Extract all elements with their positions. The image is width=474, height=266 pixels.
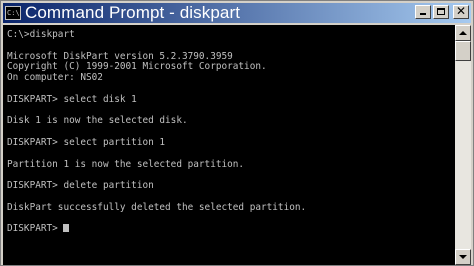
prompt-line[interactable]: DISKPART> [7, 223, 455, 235]
prompt-text: DISKPART> [7, 223, 64, 235]
console-output[interactable]: C:\>diskpart Microsoft DiskPart version … [3, 25, 455, 265]
scroll-up-button[interactable] [455, 25, 471, 41]
text-cursor [63, 224, 70, 233]
title-bar[interactable]: C:\ Command Prompt - diskpart ✕ [3, 3, 471, 23]
minimize-icon [420, 13, 426, 15]
console-line: DISKPART> select partition 1 [7, 136, 166, 148]
scroll-up-arrow-icon [459, 31, 467, 35]
close-icon: ✕ [455, 4, 467, 18]
console-line: DISKPART> delete partition [7, 180, 154, 192]
close-button[interactable]: ✕ [453, 4, 469, 19]
maximize-icon [437, 8, 445, 15]
console-line: C:\>diskpart [7, 29, 75, 40]
window-title: Command Prompt - diskpart [25, 3, 241, 22]
console-line: DiskPart successfully deleted the select… [7, 201, 307, 213]
window-controls: ✕ [415, 4, 469, 19]
console-line: Disk 1 is now the selected disk. [7, 115, 188, 127]
minimize-button[interactable] [415, 5, 431, 19]
maximize-button[interactable] [433, 5, 449, 19]
command-prompt-window: C:\ Command Prompt - diskpart ✕ C:\>disk… [0, 0, 474, 266]
vertical-scrollbar[interactable] [455, 25, 471, 265]
console-line: Partition 1 is now the selected partitio… [7, 158, 245, 170]
console-icon[interactable]: C:\ [5, 6, 21, 20]
console-line: DISKPART> select disk 1 [7, 93, 137, 105]
console-line: On computer: NS02 [7, 72, 103, 84]
scroll-thumb[interactable] [455, 41, 471, 61]
scroll-down-button[interactable] [455, 249, 471, 265]
scroll-down-arrow-icon [459, 255, 467, 259]
